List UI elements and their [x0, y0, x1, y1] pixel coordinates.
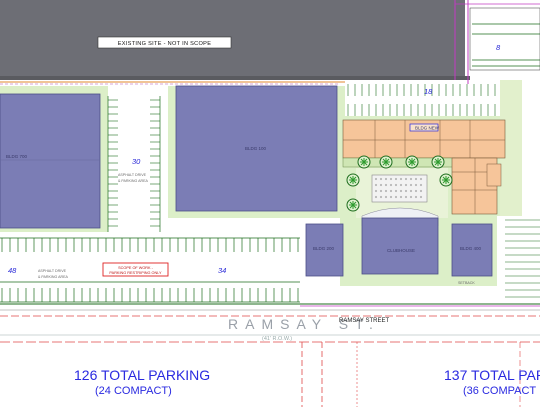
north-parking-box — [469, 7, 540, 71]
paver-dot — [379, 189, 383, 193]
stall-count-18: 18 — [424, 87, 433, 96]
paver-dot — [384, 189, 388, 193]
paver-dot — [414, 183, 418, 187]
paver-dot — [409, 177, 413, 181]
asphalt-drive-label-center: ASPHALT DRIVE — [118, 173, 147, 177]
stall-count-34: 34 — [218, 266, 226, 275]
scope-of-work-label: SCOPE OF WORK - — [118, 266, 154, 270]
row-label: (41' R.O.W.) — [262, 336, 292, 342]
paver-dot — [379, 195, 383, 199]
asphalt-drive-label-left: ASPHALT DRIVE — [38, 269, 67, 273]
paver-dot — [389, 195, 393, 199]
parking-area-label-left: & PARKING AREA — [38, 275, 68, 279]
retail-east-annex — [486, 163, 502, 187]
left-compact-parking: (24 COMPACT) — [95, 385, 172, 397]
paver-dot — [399, 183, 403, 187]
parking-area-label-center: & PARKING AREA — [118, 179, 148, 183]
site-plan-page: EXISTING SITE - NOT IN SCOPE 8 BLDG 700 … — [0, 0, 540, 407]
existing-site-label: EXISTING SITE - NOT IN SCOPE — [118, 41, 211, 47]
paver-dot — [374, 183, 378, 187]
stall-count-48: 48 — [8, 266, 17, 275]
paver-dot — [414, 189, 418, 193]
tree-canopy — [408, 158, 416, 166]
paver-dot — [384, 195, 388, 199]
paver-dot — [374, 195, 378, 199]
paver-dot — [389, 189, 393, 193]
tree-canopy — [382, 158, 390, 166]
building-200-label: BLDG 200 — [313, 246, 335, 251]
tree-canopy — [349, 176, 357, 184]
paver-dot — [414, 177, 418, 181]
setback-label: SETBACK — [458, 281, 475, 285]
building-700 — [0, 93, 101, 229]
site-plan-drawing: EXISTING SITE - NOT IN SCOPE 8 BLDG 700 … — [0, 0, 540, 407]
paver-dot — [419, 189, 423, 193]
paver-dot — [399, 195, 403, 199]
paver-dot — [389, 177, 393, 181]
street-name-label: RAMSAY STREET — [339, 318, 389, 324]
parking-restriping-label: PARKING RESTRIPING ONLY — [109, 271, 162, 275]
building-700-label: BLDG 700 — [6, 154, 28, 159]
paver-dot — [394, 189, 398, 193]
paver-dot — [394, 195, 398, 199]
stall-count-30: 30 — [132, 157, 141, 166]
paver-dot — [394, 183, 398, 187]
tree-canopy — [442, 176, 450, 184]
building-100-label: BLDG 100 — [245, 146, 267, 151]
paver-dot — [374, 189, 378, 193]
paver-dot — [379, 183, 383, 187]
paver-dot — [404, 177, 408, 181]
paver-dot — [409, 189, 413, 193]
left-total-parking: 126 TOTAL PARKING — [74, 367, 210, 383]
bldg-new-label: BLDG NEW — [415, 126, 440, 131]
paver-dot — [404, 189, 408, 193]
clubhouse-label: CLUBHOUSE — [387, 248, 415, 253]
tree-canopy — [349, 201, 357, 209]
paver-dot — [384, 177, 388, 181]
paver-dot — [384, 183, 388, 187]
paver-dot — [409, 183, 413, 187]
paver-dot — [414, 195, 418, 199]
paver-dot — [379, 177, 383, 181]
clubhouse — [361, 217, 439, 275]
paver-dot — [419, 195, 423, 199]
building-400-label: BLDG 400 — [460, 246, 482, 251]
paver-dot — [404, 183, 408, 187]
paver-dot — [409, 195, 413, 199]
paver-dot — [389, 183, 393, 187]
existing-site-edge — [0, 76, 470, 80]
east-parking — [497, 216, 540, 306]
paver-dot — [404, 195, 408, 199]
tree-canopy — [434, 158, 442, 166]
existing-site-roof — [0, 0, 465, 80]
right-upper-parking — [345, 84, 500, 116]
paver-dot — [399, 177, 403, 181]
tree-canopy — [360, 158, 368, 166]
right-compact-parking: (36 COMPACT — [463, 385, 536, 397]
paver-dot — [399, 189, 403, 193]
right-total-parking: 137 TOTAL PAR — [444, 367, 540, 383]
paver-dot — [419, 183, 423, 187]
paver-dot — [374, 177, 378, 181]
paver-dot — [394, 177, 398, 181]
paver-dot — [419, 177, 423, 181]
